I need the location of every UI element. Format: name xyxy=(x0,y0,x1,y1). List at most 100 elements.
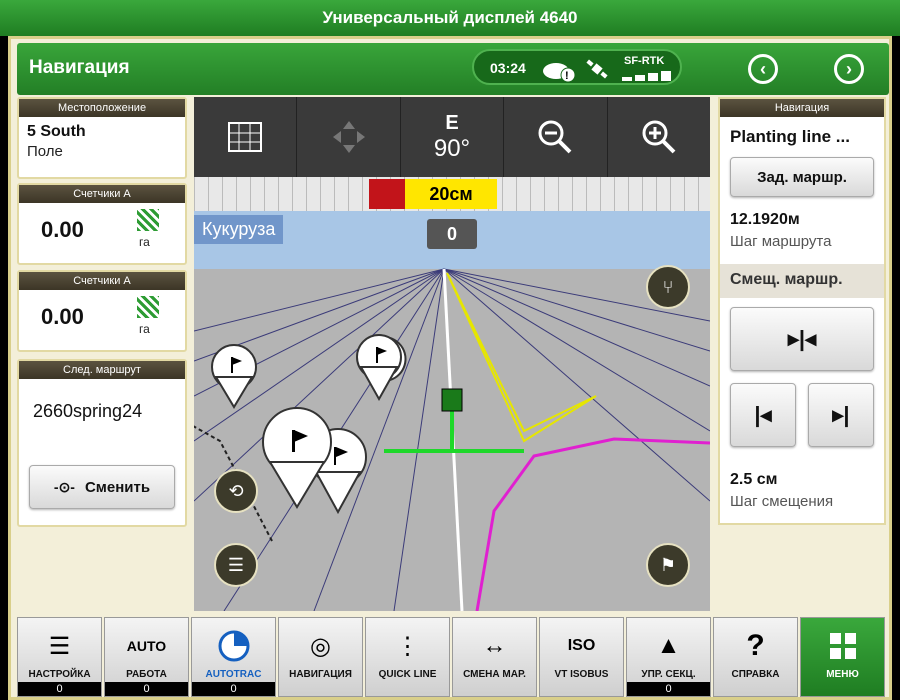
flag-button[interactable]: ⚑ xyxy=(646,543,690,587)
isobus-icon: ISO xyxy=(567,637,596,654)
heading-direction: E xyxy=(445,111,459,134)
header-bar: Навигация 03:24 ! SF-RTK ‹ › xyxy=(17,43,889,95)
autotrac-icon xyxy=(192,624,275,668)
menu-grid-icon xyxy=(801,624,884,668)
change-route-label: Сменить xyxy=(84,478,151,496)
route-name: 2660spring24 xyxy=(33,401,143,421)
auto-icon: AUTO xyxy=(126,638,167,654)
flag-icon: ⚑ xyxy=(659,554,677,575)
heading-degrees: 90° xyxy=(433,134,471,162)
help-button[interactable]: ? СПРАВКА xyxy=(713,617,798,697)
svg-text:!: ! xyxy=(565,70,569,82)
counter-value: 0.00 xyxy=(41,304,84,329)
forward-button[interactable]: › xyxy=(825,51,873,87)
pan-button[interactable] xyxy=(297,97,401,177)
map-list-button[interactable]: ☰ xyxy=(214,543,258,587)
area-icon xyxy=(137,209,159,231)
section-control-label: УПР. СЕКЦ. xyxy=(641,669,696,680)
split-view-button[interactable]: ⑂ xyxy=(646,265,690,309)
help-label: СПРАВКА xyxy=(731,669,780,680)
status-pill[interactable]: 03:24 ! SF-RTK xyxy=(472,49,682,85)
arrow-left-icon: ‹ xyxy=(748,54,778,84)
counter-value: 0.00 xyxy=(41,217,84,242)
set-track-label: Зад. маршр. xyxy=(757,168,847,186)
change-route-button[interactable]: -⊙- Сменить xyxy=(29,465,175,509)
list-icon: ☰ xyxy=(227,554,245,575)
counter-caption: Счетчики А xyxy=(19,272,185,290)
fork-arrow-icon: ⑂ xyxy=(662,276,674,297)
shift-left-button[interactable]: |◂ xyxy=(730,383,796,447)
lightbar-deviation xyxy=(369,179,405,209)
bottom-toolbar: ☰ НАСТРОЙКА 0 AUTO РАБОТА 0 AUTOTRAC 0 ◎… xyxy=(17,617,889,697)
location-card[interactable]: Местоположение 5 South Поле xyxy=(17,97,187,179)
setup-label: НАСТРОЙКА xyxy=(28,669,91,680)
counter-caption: Счетчики А xyxy=(19,185,185,203)
counter-card-1[interactable]: Счетчики А 0.00 га xyxy=(17,183,187,265)
navigation-label: НАВИГАЦИЯ xyxy=(289,669,352,680)
navigation-tab-button[interactable]: ◎ НАВИГАЦИЯ xyxy=(278,617,363,697)
counter-card-2[interactable]: Счетчики А 0.00 га xyxy=(17,270,187,352)
shift-left-icon: |◂ xyxy=(754,402,772,427)
zoom-out-icon xyxy=(538,120,572,154)
guidance-line-name[interactable]: Planting line ... xyxy=(730,127,850,147)
display-screen: Навигация 03:24 ! SF-RTK ‹ › Местоположе… xyxy=(8,36,892,700)
flag-markers xyxy=(211,334,407,515)
work-button[interactable]: AUTO РАБОТА 0 xyxy=(104,617,189,697)
menu-label: МЕНЮ xyxy=(826,669,859,680)
section-control-icon: ▲ xyxy=(656,632,681,659)
zoom-out-button[interactable] xyxy=(504,97,608,177)
isobus-button[interactable]: ISO VT ISOBUS xyxy=(539,617,624,697)
heading-indicator: E 90° xyxy=(401,97,505,177)
clock: 03:24 xyxy=(490,60,526,76)
lightbar: 20см xyxy=(194,177,710,211)
map-toolbar: E 90° xyxy=(194,97,710,177)
track-spacing-value: 12.1920м xyxy=(730,211,800,228)
autotrac-counter: 0 xyxy=(192,682,275,696)
zoom-in-icon xyxy=(642,120,676,154)
set-track-button[interactable]: Зад. маршр. xyxy=(730,157,874,197)
navigation-panel: Навигация Planting line ... Зад. маршр. … xyxy=(718,97,886,525)
rtk-status: SF-RTK xyxy=(624,55,665,67)
section-control-button[interactable]: ▲ УПР. СЕКЦ. 0 xyxy=(626,617,711,697)
window-title: Универсальный дисплей 4640 xyxy=(0,0,900,36)
navigation-icon: ◎ xyxy=(310,632,331,660)
arrow-right-icon: › xyxy=(834,54,864,84)
lightbar-offset: 20см xyxy=(405,179,497,209)
pan-icon xyxy=(332,121,365,153)
crop-label: Кукуруза xyxy=(194,215,284,244)
shift-right-button[interactable]: ▸| xyxy=(808,383,874,447)
page-title: Навигация xyxy=(29,57,130,78)
work-label: РАБОТА xyxy=(126,669,167,680)
route-change-icon: -⊙- xyxy=(53,478,75,495)
help-icon: ? xyxy=(746,629,765,662)
shift-step-value: 2.5 см xyxy=(730,471,778,488)
route-caption: След. маршрут xyxy=(19,361,185,379)
map-grid-button[interactable] xyxy=(194,97,298,177)
nav-panel-caption: Навигация xyxy=(720,99,884,117)
center-shift-icon: ▸|◂ xyxy=(787,326,817,351)
quick-line-icon: ⋮ xyxy=(395,632,420,660)
track-number: 0 xyxy=(427,219,477,249)
autotrac-button[interactable]: AUTOTRAC 0 xyxy=(191,617,276,697)
section-control-counter: 0 xyxy=(627,682,710,696)
back-button[interactable]: ‹ xyxy=(739,51,787,87)
location-name: 5 South xyxy=(27,123,86,140)
change-route-tab-button[interactable]: ↔ СМЕНА МАР. xyxy=(452,617,537,697)
area-icon xyxy=(137,296,159,318)
work-counter: 0 xyxy=(105,682,188,696)
shift-track-label: Смещ. маршр. xyxy=(720,264,884,298)
weather-alert-icon: ! xyxy=(543,63,576,83)
track-spacing-label: Шаг маршрута xyxy=(730,233,832,250)
quick-line-button[interactable]: ⋮ QUICK LINE xyxy=(365,617,450,697)
isobus-label: VT ISOBUS xyxy=(554,669,609,680)
guidance-map[interactable]: E 90° 20см Кукуруза 0 ⑂ ⟲ ☰ ⚑ xyxy=(194,97,710,611)
menu-button[interactable]: МЕНЮ xyxy=(800,617,885,697)
satellite-icon xyxy=(586,59,608,79)
change-route-icon: ↔ xyxy=(482,632,507,659)
zoom-in-button[interactable] xyxy=(608,97,710,177)
location-caption: Местоположение xyxy=(19,99,185,117)
setup-button[interactable]: ☰ НАСТРОЙКА 0 xyxy=(17,617,102,697)
map-grid-icon xyxy=(228,122,263,152)
change-route-tab-label: СМЕНА МАР. xyxy=(463,669,526,680)
center-shift-button[interactable]: ▸|◂ xyxy=(730,307,874,371)
